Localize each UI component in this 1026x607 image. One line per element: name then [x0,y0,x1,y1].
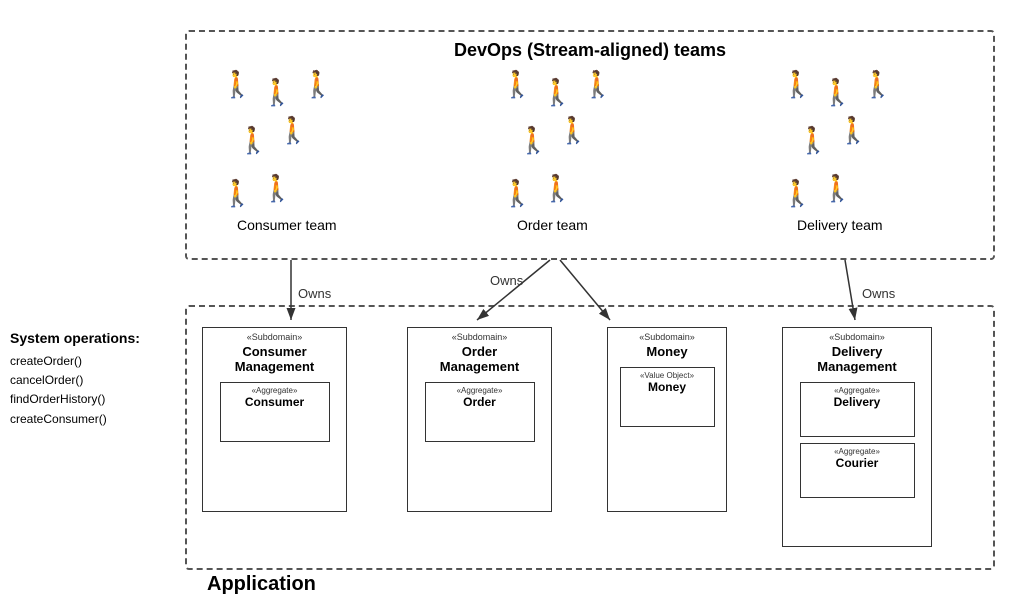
system-ops-item-2: cancelOrder() [10,371,175,390]
system-ops-item-3: findOrderHistory() [10,390,175,409]
delivery-management-name: DeliveryManagement [783,344,931,374]
order-aggregate-stereotype: «Aggregate» [426,386,534,395]
consumer-aggregate-box: «Aggregate» Consumer [220,382,330,442]
money-box: «Subdomain» Money «Value Object» Money [607,327,727,512]
consumer-management-box: «Subdomain» ConsumerManagement «Aggregat… [202,327,347,512]
order-management-stereotype: «Subdomain» [408,332,551,342]
devops-title: DevOps (Stream-aligned) teams [454,40,726,61]
consumer-aggregate-stereotype: «Aggregate» [221,386,329,395]
system-ops-title: System operations: [10,330,175,346]
main-container: DevOps (Stream-aligned) teams 🚶 🚶 🚶 🚶 🚶 … [0,0,1026,607]
courier-aggregate-stereotype: «Aggregate» [801,447,914,456]
courier-aggregate-box: «Aggregate» Courier [800,443,915,498]
money-value-box: «Value Object» Money [620,367,715,427]
delivery-aggregate-name: Delivery [801,395,914,409]
devops-box: DevOps (Stream-aligned) teams 🚶 🚶 🚶 🚶 🚶 … [185,30,995,260]
order-management-name: OrderManagement [408,344,551,374]
consumer-management-name: ConsumerManagement [203,344,346,374]
svg-text:Owns: Owns [862,286,896,301]
consumer-management-stereotype: «Subdomain» [203,332,346,342]
courier-aggregate-name: Courier [801,456,914,470]
svg-text:Owns: Owns [490,273,524,288]
order-team-figures: 🚶 🚶 🚶 🚶 🚶 🚶 🚶 [497,67,627,211]
order-team-label: Order team [517,217,588,233]
delivery-team-figures: 🚶 🚶 🚶 🚶 🚶 🚶 🚶 [777,67,907,211]
consumer-team-figures: 🚶 🚶 🚶 🚶 🚶 🚶 🚶 [217,67,347,211]
order-management-box: «Subdomain» OrderManagement «Aggregate» … [407,327,552,512]
order-aggregate-box: «Aggregate» Order [425,382,535,442]
consumer-aggregate-name: Consumer [221,395,329,409]
delivery-aggregate-stereotype: «Aggregate» [801,386,914,395]
money-value-stereotype: «Value Object» [621,371,714,380]
delivery-management-stereotype: «Subdomain» [783,332,931,342]
money-stereotype: «Subdomain» [608,332,726,342]
consumer-team-label: Consumer team [237,217,337,233]
order-aggregate-name: Order [426,395,534,409]
delivery-management-box: «Subdomain» DeliveryManagement «Aggregat… [782,327,932,547]
delivery-aggregate-box: «Aggregate» Delivery [800,382,915,437]
system-ops-item-4: createConsumer() [10,410,175,429]
system-operations: System operations: createOrder() cancelO… [10,330,175,429]
money-name: Money [608,344,726,359]
money-value-name: Money [621,380,714,394]
delivery-team-label: Delivery team [797,217,883,233]
application-title: Application [207,573,316,596]
svg-text:Owns: Owns [298,286,332,301]
system-ops-item-1: createOrder() [10,352,175,371]
application-box: Application «Subdomain» ConsumerManageme… [185,305,995,570]
